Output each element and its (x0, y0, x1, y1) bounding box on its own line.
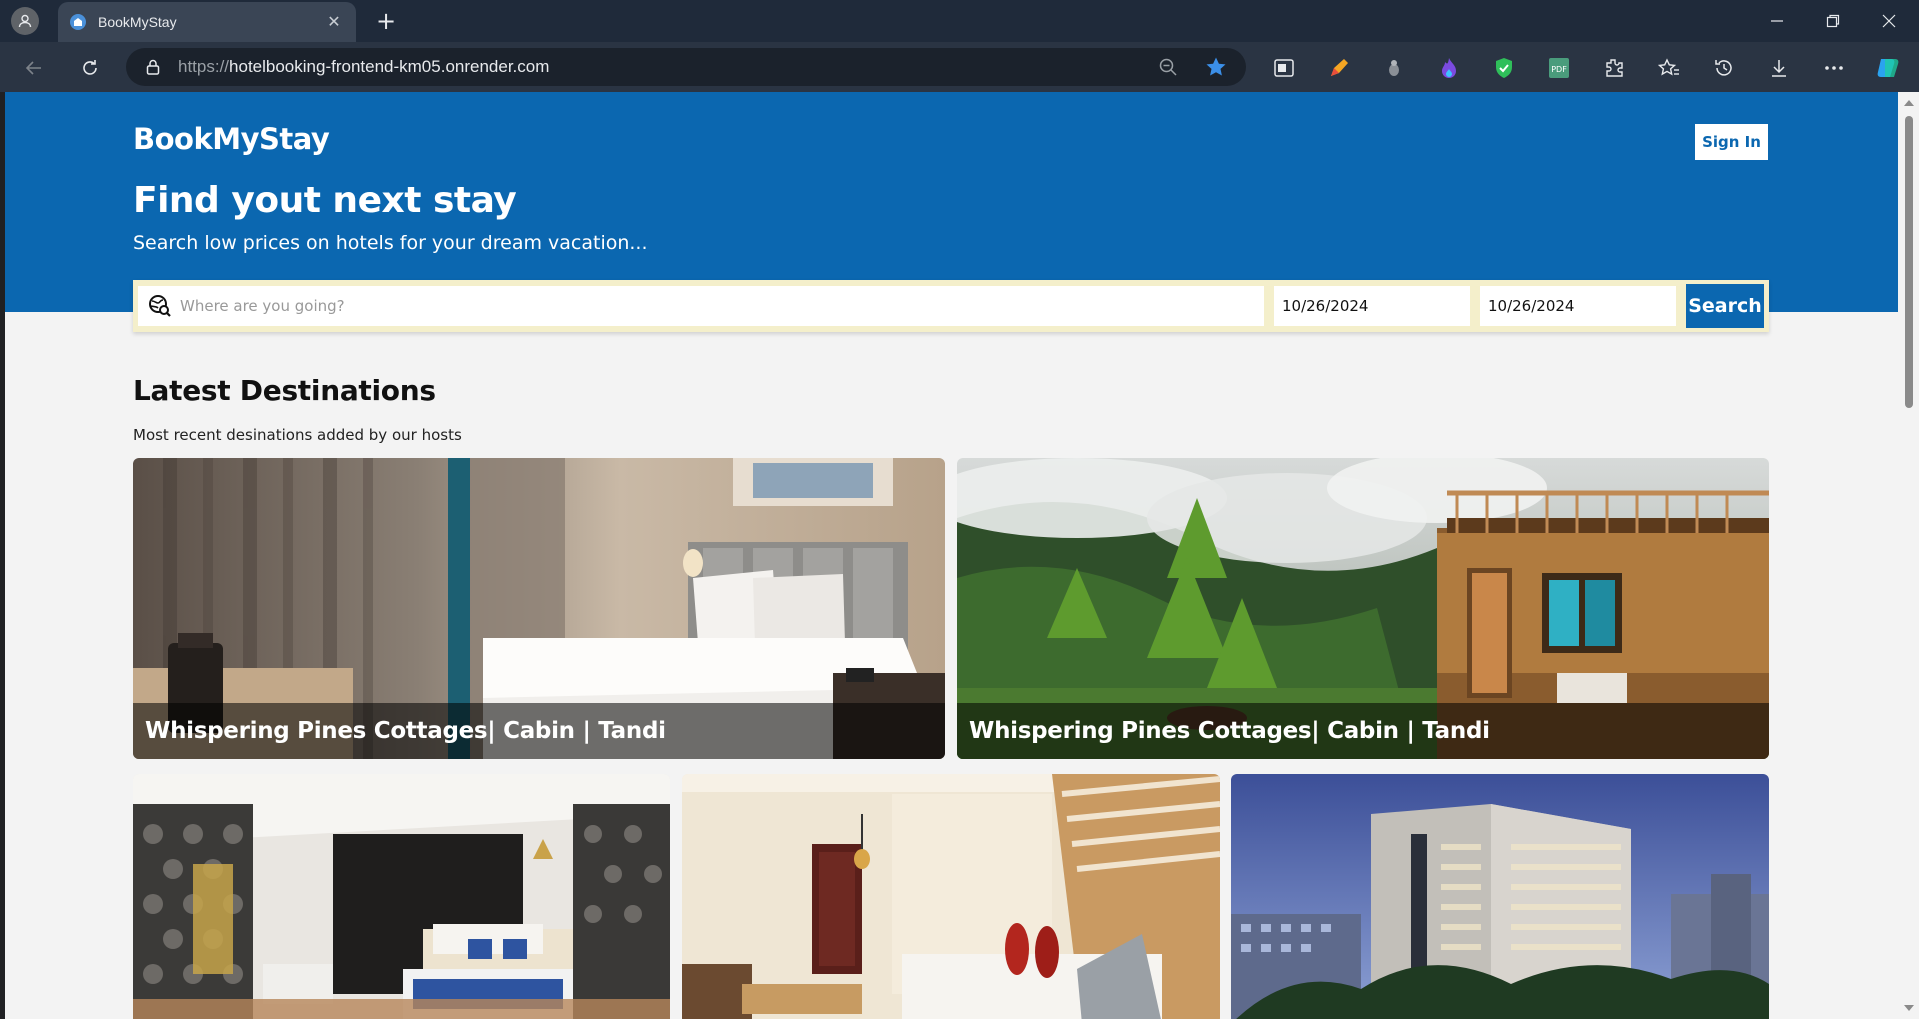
back-arrow-icon[interactable] (18, 52, 50, 84)
destination-card[interactable]: Whispering Pines Cottages| Cabin | Tandi (133, 458, 945, 759)
url-text: https://hotelbooking-frontend-km05.onren… (178, 57, 550, 76)
new-tab-icon[interactable]: + (372, 7, 400, 35)
hero-title: Find yout next stay (133, 180, 517, 221)
address-bar[interactable]: https://hotelbooking-frontend-km05.onren… (126, 48, 1246, 86)
destination-card[interactable] (133, 774, 670, 1019)
svg-text:PDF: PDF (1551, 65, 1567, 74)
site-favicon-icon (70, 14, 86, 30)
scroll-up-icon[interactable] (1904, 100, 1914, 106)
browser-tab-bar: BookMyStay ✕ + (0, 0, 1919, 42)
destination-input[interactable] (180, 297, 1264, 315)
card-caption: Whispering Pines Cottages| Cabin | Tandi (133, 703, 945, 759)
latest-destinations-subtitle: Most recent desinations added by our hos… (133, 426, 462, 444)
scroll-thumb[interactable] (1905, 116, 1913, 408)
lock-icon[interactable] (144, 58, 162, 76)
minimize-icon[interactable] (1749, 0, 1805, 42)
tab-title: BookMyStay (98, 14, 177, 30)
sign-in-button[interactable]: Sign In (1695, 124, 1768, 160)
favorites-icon[interactable] (1655, 54, 1683, 82)
pdf-extension-icon[interactable]: PDF (1545, 54, 1573, 82)
shield-extension-icon[interactable] (1490, 54, 1518, 82)
page-scrollbar[interactable] (1898, 92, 1919, 1019)
card-title: Whispering Pines Cottages| Cabin | Tandi (969, 718, 1490, 744)
latest-destinations-title: Latest Destinations (133, 374, 436, 407)
search-button[interactable]: Search (1686, 284, 1764, 328)
extensions-puzzle-icon[interactable] (1600, 54, 1628, 82)
checkin-date-input[interactable]: 10/26/2024 (1274, 286, 1470, 326)
browser-toolbar: https://hotelbooking-frontend-km05.onren… (0, 42, 1919, 92)
profile-icon[interactable] (11, 7, 39, 35)
card-caption: Whispering Pines Cottages| Cabin | Tandi (957, 703, 1769, 759)
search-bar: 10/26/2024 10/26/2024 Search (133, 280, 1769, 332)
browser-tab[interactable]: BookMyStay ✕ (58, 2, 356, 42)
more-options-icon[interactable] (1820, 54, 1848, 82)
page-viewport: BookMyStay Sign In Find yout next stay S… (5, 92, 1898, 1019)
globe-search-icon (149, 295, 171, 317)
close-tab-icon[interactable]: ✕ (324, 12, 344, 32)
hero-subtitle: Search low prices on hotels for your dre… (133, 232, 648, 254)
hero-banner: BookMyStay Sign In Find yout next stay S… (5, 92, 1898, 312)
destination-card[interactable]: Whispering Pines Cottages| Cabin | Tandi (957, 458, 1769, 759)
hotel-building-image (1231, 774, 1769, 1019)
destination-card[interactable] (1231, 774, 1769, 1019)
brand-logo[interactable]: BookMyStay (133, 122, 330, 156)
close-window-icon[interactable] (1861, 0, 1917, 42)
extension-dot-icon[interactable] (1380, 54, 1408, 82)
download-icon[interactable] (1765, 54, 1793, 82)
favorite-star-icon[interactable] (1204, 55, 1228, 79)
card-title: Whispering Pines Cottages| Cabin | Tandi (145, 718, 666, 744)
history-icon[interactable] (1710, 54, 1738, 82)
destination-field[interactable] (138, 286, 1264, 326)
scroll-down-icon[interactable] (1904, 1005, 1914, 1011)
pencil-extension-icon[interactable] (1325, 54, 1353, 82)
copilot-icon[interactable] (1874, 54, 1902, 82)
hotel-bedroom-image (682, 774, 1220, 1019)
suite-room-image (133, 774, 670, 1019)
restore-icon[interactable] (1805, 0, 1861, 42)
checkout-date-input[interactable]: 10/26/2024 (1480, 286, 1676, 326)
zoom-out-icon[interactable] (1158, 57, 1178, 77)
flame-extension-icon[interactable] (1435, 54, 1463, 82)
destination-card[interactable] (682, 774, 1220, 1019)
split-screen-icon[interactable] (1270, 54, 1298, 82)
reload-icon[interactable] (74, 52, 106, 84)
